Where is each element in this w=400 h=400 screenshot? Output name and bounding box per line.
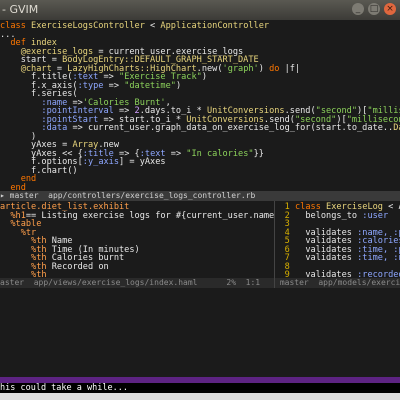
code-line[interactable]: :data => current_user.graph_data_on_exer… xyxy=(0,123,400,134)
code-token: }} xyxy=(253,148,264,159)
code-token: Recorded on xyxy=(46,261,109,272)
editor-pane-haml[interactable]: article.diet_list.exhibit %h1== Listing … xyxy=(0,201,274,288)
code-token: end xyxy=(0,182,26,192)
editor-pane-model[interactable]: 1 class ExerciseLog < ActiveR2 belongs_t… xyxy=(275,201,400,288)
code-token: :type xyxy=(77,80,104,91)
code-token: < xyxy=(144,21,161,31)
code-token: |f| xyxy=(279,63,301,74)
window-controls: _ □ × xyxy=(352,3,396,15)
command-line: his could take a while... xyxy=(0,383,400,393)
code-token: belongs_to xyxy=(295,210,363,221)
code-token: 'graph' xyxy=(222,63,259,74)
empty-buffer-area xyxy=(0,288,400,377)
editor-pane-controller[interactable]: class ExerciseLogsController < Applicati… xyxy=(0,20,400,191)
code-line[interactable]: class ExerciseLogsController < Applicati… xyxy=(0,21,269,32)
code-token: ) xyxy=(258,63,270,74)
code-token: :time, :numeric xyxy=(357,253,400,263)
code-token: ApplicationController xyxy=(160,21,270,31)
code-token: => xyxy=(103,80,125,91)
maximize-button[interactable]: □ xyxy=(368,3,380,15)
code-token: == Listing exercise logs for #{current_u… xyxy=(25,210,274,221)
code-line[interactable]: end xyxy=(0,183,26,192)
code-token: :y_axis xyxy=(82,157,120,167)
statusline-controller: ▸ master app/controllers/exercise_logs_c… xyxy=(0,191,400,201)
code-token: Date xyxy=(393,123,400,133)
code-token: :user xyxy=(362,210,389,221)
code-token: => xyxy=(165,148,187,159)
code-token: ] = yAxes xyxy=(119,157,166,167)
code-token: ) xyxy=(201,72,207,82)
minimize-button[interactable]: _ xyxy=(352,3,364,15)
code-token: ExerciseLogsController xyxy=(31,21,145,31)
statusline-haml: aster app/views/exercise_logs/index.haml… xyxy=(0,278,274,288)
bottom-edge xyxy=(0,393,400,400)
code-token: do xyxy=(269,63,280,74)
window-titlebar: - GVIM _ □ × xyxy=(0,0,400,20)
statusline-model: master app/models/exercise xyxy=(275,278,400,288)
code-token: "In calories" xyxy=(186,148,254,159)
code-token: ) xyxy=(175,80,182,91)
window-title: - GVIM xyxy=(2,3,39,16)
code-token: => current_user.graph_data_on_exercise_l… xyxy=(67,123,394,133)
code-token: validates xyxy=(295,253,358,263)
code-token: "datetime" xyxy=(124,80,176,91)
close-button[interactable]: × xyxy=(384,3,396,15)
